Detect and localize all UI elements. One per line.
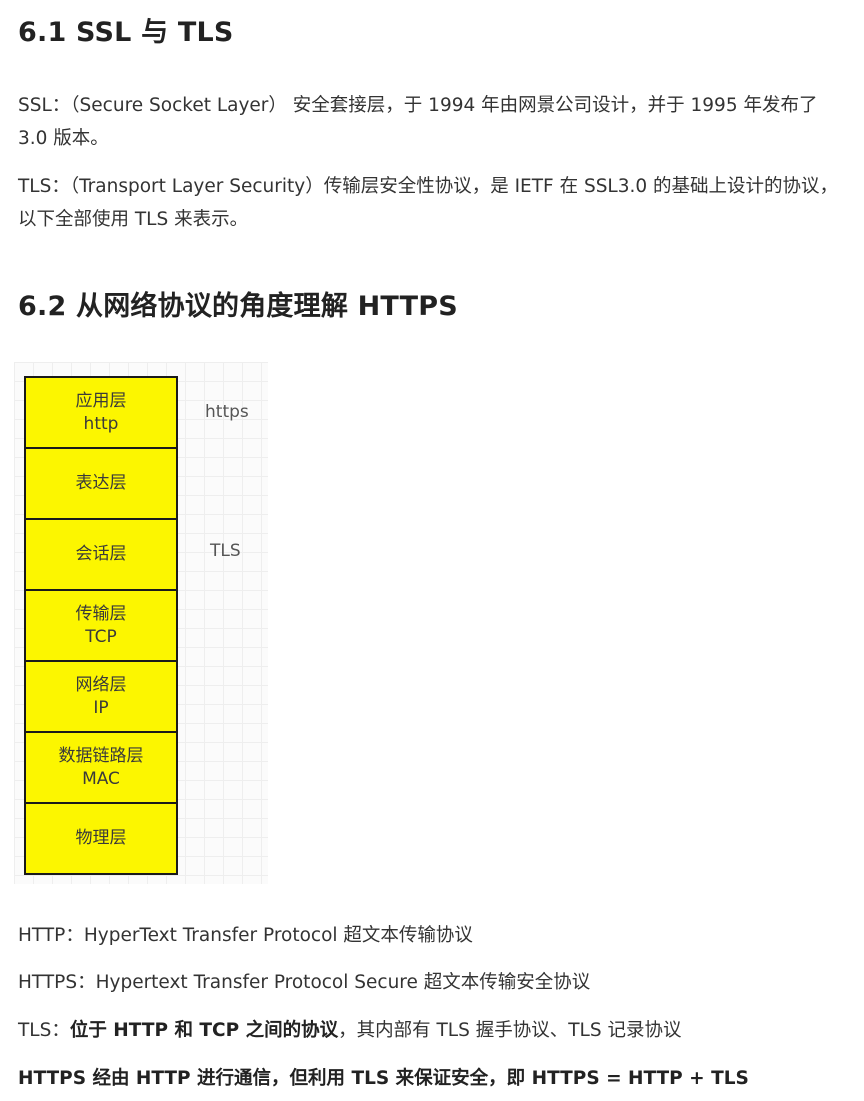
https-definition: HTTPS：Hypertext Transfer Protocol Secure… [18, 972, 591, 993]
layer-network: 网络层 IP [26, 662, 176, 733]
layer-presentation: 表达层 [26, 449, 176, 520]
layer-transport: 传输层 TCP [26, 591, 176, 662]
layer-label: 传输层 [75, 603, 127, 624]
https-summary: HTTPS 经由 HTTP 进行通信，但利用 TLS 来保证安全，即 HTTPS… [18, 1068, 749, 1089]
layer-physical: 物理层 [26, 804, 176, 875]
layer-application: 应用层 http [26, 378, 176, 449]
https-label: https [205, 402, 249, 422]
layer-stack: 应用层 http 表达层 会话层 传输层 TCP 网络层 IP 数据链路层 MA… [24, 376, 178, 875]
article-page: 6.1 SSL 与 TLS SSL：（Secure Socket Layer） … [0, 0, 864, 1101]
layer-session: 会话层 [26, 520, 176, 591]
layer-protocol: MAC [82, 768, 120, 789]
layer-label: 应用层 [75, 390, 127, 411]
layer-protocol: TCP [85, 626, 117, 647]
http-definition: HTTP：HyperText Transfer Protocol 超文本传输协议 [18, 925, 473, 946]
section-heading-network-protocol: 6.2 从网络协议的角度理解 HTTPS [18, 291, 458, 322]
layer-protocol: http [83, 413, 119, 434]
layer-label: 数据链路层 [58, 745, 144, 766]
osi-layer-diagram: 应用层 http 表达层 会话层 传输层 TCP 网络层 IP 数据链路层 MA… [14, 362, 268, 884]
tls-label: TLS [210, 541, 241, 561]
layer-label: 会话层 [75, 544, 127, 564]
section-heading-ssl-tls: 6.1 SSL 与 TLS [18, 17, 234, 48]
layer-label: 表达层 [75, 473, 127, 493]
layer-data-link: 数据链路层 MAC [26, 733, 176, 804]
layer-protocol: IP [93, 697, 109, 718]
ssl-paragraph: SSL：（Secure Socket Layer） 安全套接层，于 1994 年… [18, 95, 818, 149]
tls-definition: TLS：位于 HTTP 和 TCP 之间的协议，其内部有 TLS 握手协议、TL… [18, 1016, 681, 1042]
tls-paragraph: TLS：（Transport Layer Security）传输层安全性协议，是… [18, 176, 839, 230]
tls-description: ，其内部有 TLS 握手协议、TLS 记录协议 [338, 1020, 682, 1041]
tls-prefix: TLS： [18, 1020, 70, 1041]
layer-label: 物理层 [75, 828, 127, 848]
layer-label: 网络层 [75, 674, 127, 695]
tls-position-bold: 位于 HTTP 和 TCP 之间的协议 [69, 1020, 339, 1041]
